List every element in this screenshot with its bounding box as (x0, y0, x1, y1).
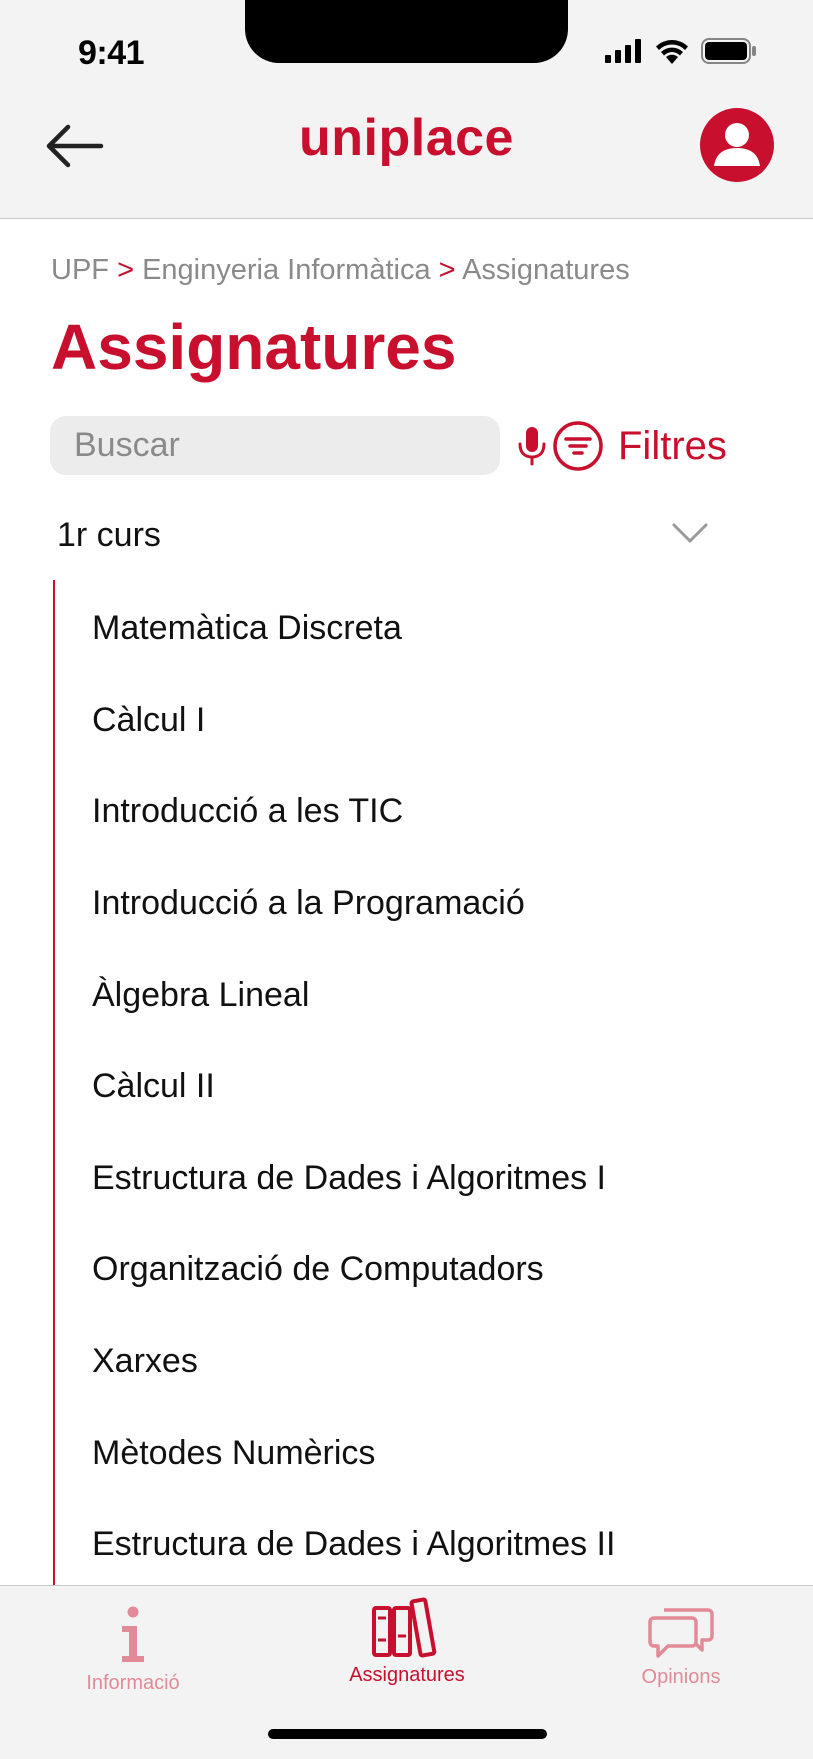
subject-item[interactable]: Mètodes Numèrics (92, 1407, 782, 1499)
subject-item[interactable]: Organització de Computadors (92, 1224, 782, 1316)
breadcrumb: UPF > Enginyeria Informàtica > Assignatu… (51, 254, 630, 287)
status-icons (605, 38, 757, 64)
subject-item[interactable]: Matemàtica Discreta (92, 583, 782, 675)
search-input[interactable] (74, 426, 517, 465)
profile-button[interactable] (700, 108, 774, 182)
info-icon (122, 1606, 144, 1662)
breadcrumb-item-university[interactable]: UPF (51, 254, 109, 286)
microphone-icon (518, 426, 546, 465)
user-icon (714, 123, 760, 166)
home-indicator[interactable] (268, 1729, 547, 1739)
battery-icon (701, 38, 756, 64)
subject-item[interactable]: Àlgebra Lineal (92, 949, 782, 1041)
header-area: 9:41 uniplace (0, 0, 813, 219)
page-title: Assignatures (51, 311, 457, 383)
filter-icon (553, 421, 603, 471)
breadcrumb-item-current: Assignatures (462, 254, 630, 286)
breadcrumb-separator: > (438, 254, 463, 286)
books-icon (372, 1597, 437, 1658)
section-accent-line (53, 580, 55, 1585)
filters-button[interactable]: Filtres (552, 416, 727, 476)
tab-informacio[interactable]: Informació (33, 1586, 233, 1696)
status-time: 9:41 (78, 34, 145, 72)
subject-item[interactable]: Càlcul I (92, 675, 782, 767)
chevron-down-icon (672, 523, 708, 543)
subject-item[interactable]: Estructura de Dades i Algoritmes I (92, 1133, 782, 1225)
cellular-signal-icon (605, 39, 641, 63)
subject-item[interactable]: Càlcul II (92, 1041, 782, 1133)
tab-assignatures[interactable]: Assignatures (307, 1586, 507, 1696)
course-section-title: 1r curs (57, 516, 161, 554)
wifi-icon (656, 40, 688, 64)
tab-opinions[interactable]: Opinions (581, 1586, 781, 1696)
subject-item[interactable]: Introducció a la Programació (92, 858, 782, 950)
app-screen: 9:41 uniplace UPF > Enginyeria Informàti… (0, 0, 813, 1759)
breadcrumb-separator: > (117, 254, 143, 286)
app-logo: uniplace (299, 109, 514, 167)
tab-label: Informació (86, 1672, 180, 1694)
subject-list: Matemàtica Discreta Càlcul I Introducció… (92, 583, 782, 1591)
tab-label: Opinions (641, 1666, 721, 1688)
breadcrumb-item-degree[interactable]: Enginyeria Informàtica (142, 254, 431, 286)
chat-bubbles-icon (648, 1608, 714, 1658)
subject-item[interactable]: Introducció a les TIC (92, 766, 782, 858)
device-notch (245, 0, 568, 63)
filters-label: Filtres (618, 423, 727, 468)
search-bar[interactable] (50, 416, 546, 475)
course-section-header[interactable]: 1r curs (0, 508, 813, 568)
subject-item[interactable]: Estructura de Dades i Algoritmes II (92, 1499, 782, 1591)
tab-label: Assignatures (349, 1664, 465, 1686)
voice-search-button[interactable] (517, 424, 547, 468)
subject-item[interactable]: Xarxes (92, 1316, 782, 1408)
